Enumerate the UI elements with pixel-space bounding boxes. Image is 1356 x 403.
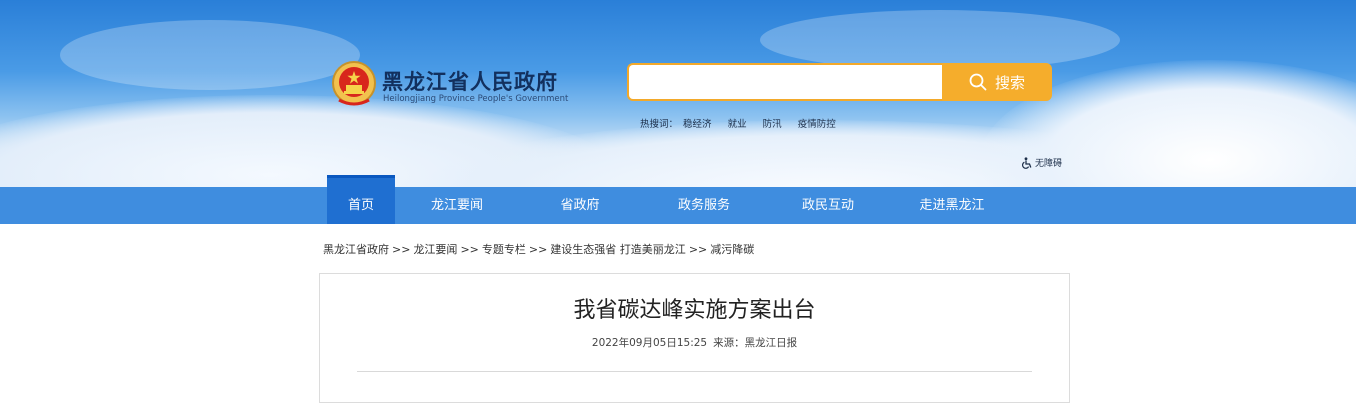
article-meta: 2022年09月05日15:25 来源：黑龙江日报 bbox=[320, 335, 1069, 350]
search-icon bbox=[969, 73, 987, 91]
hot-word-link[interactable]: 就业 bbox=[728, 119, 747, 130]
nav-item-services[interactable]: 政务服务 bbox=[666, 187, 742, 224]
nav-item-about-heilongjiang[interactable]: 走进黑龙江 bbox=[908, 187, 996, 224]
hot-search-words: 热搜词： 稳经济 就业 防汛 疫情防控 bbox=[640, 116, 849, 130]
nav-item-government[interactable]: 省政府 bbox=[545, 187, 615, 224]
site-title[interactable]: 黑龙江省人民政府 bbox=[382, 66, 558, 96]
banner-cloud bbox=[60, 20, 360, 90]
search-box: 搜索 bbox=[627, 63, 1052, 101]
national-emblem-logo[interactable] bbox=[331, 60, 377, 108]
breadcrumb-item[interactable]: 专题专栏 bbox=[482, 243, 526, 256]
site-subtitle: Heilongjiang Province People's Governmen… bbox=[383, 94, 569, 104]
article-source: 黑龙江日报 bbox=[744, 337, 798, 349]
breadcrumb-separator: >> bbox=[392, 243, 411, 256]
breadcrumb-item[interactable]: 黑龙江省政府 bbox=[323, 243, 389, 256]
breadcrumb-item[interactable]: 建设生态强省 打造美丽龙江 bbox=[550, 243, 686, 256]
article-source-label: 来源： bbox=[713, 337, 745, 349]
nav-item-interaction[interactable]: 政民互动 bbox=[790, 187, 866, 224]
hot-word-link[interactable]: 疫情防控 bbox=[798, 119, 836, 130]
hot-search-label: 热搜词： bbox=[640, 119, 679, 130]
nav-item-home[interactable]: 首页 bbox=[327, 175, 395, 224]
nav-item-news[interactable]: 龙江要闻 bbox=[419, 187, 495, 224]
breadcrumb-item[interactable]: 龙江要闻 bbox=[413, 243, 457, 256]
article-datetime: 2022年09月05日15:25 bbox=[591, 337, 708, 349]
accessibility-label: 无障碍 bbox=[1035, 159, 1063, 169]
hot-word-link[interactable]: 稳经济 bbox=[683, 119, 712, 130]
search-input[interactable] bbox=[627, 63, 943, 101]
header-banner: 黑龙江省人民政府 Heilongjiang Province People's … bbox=[0, 0, 1356, 188]
hot-word-link[interactable]: 防汛 bbox=[763, 119, 782, 130]
wheelchair-icon bbox=[1022, 156, 1032, 169]
search-button-label: 搜索 bbox=[994, 73, 1025, 92]
breadcrumb-separator: >> bbox=[460, 243, 479, 256]
breadcrumb-separator: >> bbox=[528, 243, 548, 256]
breadcrumb-separator: >> bbox=[688, 243, 708, 256]
accessibility-link[interactable]: 无障碍 bbox=[1021, 156, 1062, 169]
article-title: 我省碳达峰实施方案出台 bbox=[573, 298, 816, 323]
main-nav: 首页 龙江要闻 省政府 政务服务 政民互动 走进黑龙江 bbox=[0, 175, 1356, 224]
breadcrumb: 黑龙江省政府 >> 龙江要闻 >> 专题专栏 >> 建设生态强省 打造美丽龙江 >> 减污降碳 bbox=[323, 241, 754, 257]
breadcrumb-item[interactable]: 减污降碳 bbox=[710, 243, 754, 256]
divider bbox=[357, 371, 1032, 372]
banner-cloud bbox=[760, 10, 1120, 70]
search-button[interactable]: 搜索 bbox=[942, 63, 1052, 101]
